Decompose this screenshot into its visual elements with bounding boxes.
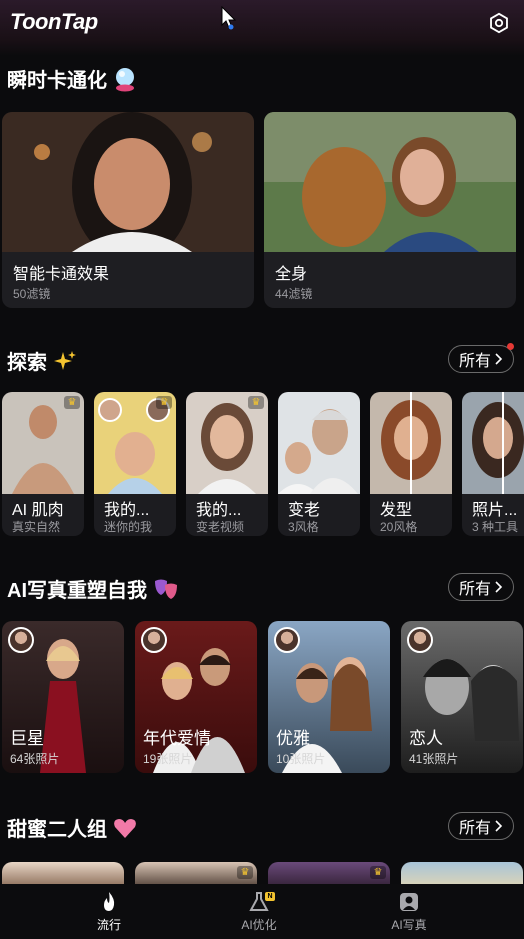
portrait-icon xyxy=(400,893,418,911)
top-bar: ToonTap xyxy=(0,0,524,56)
cartoon-woman-image xyxy=(2,112,254,262)
woman-with-dog-image xyxy=(264,112,516,252)
crown-icon: ♛ xyxy=(237,866,253,879)
crown-icon: ♛ xyxy=(248,396,264,409)
duo-all-button[interactable]: 所有 xyxy=(447,812,514,840)
flame-icon xyxy=(104,892,115,911)
app-logo: ToonTap xyxy=(10,9,98,34)
new-badge: N xyxy=(265,892,275,901)
hairstyle-image xyxy=(370,392,452,494)
photo-tools-image xyxy=(462,392,524,494)
nav-tab-ai-portrait[interactable]: AI写真 xyxy=(379,890,439,933)
nav-tab-trending[interactable]: 流行 xyxy=(79,890,139,933)
mouse-cursor-icon xyxy=(221,6,237,30)
explore-card-muscle[interactable]: ♛ AI 肌肉 真实自然 xyxy=(2,392,84,536)
crown-icon: ♛ xyxy=(64,396,80,409)
section-title-duo: 甜蜜二人组 xyxy=(7,813,137,842)
section-title-instant: 瞬时卡通化 xyxy=(7,64,137,93)
portrait-card-elegant[interactable]: 优雅 10张照片 xyxy=(268,621,390,773)
explore-card-aging[interactable]: 变老 3风格 xyxy=(278,392,360,536)
portrait-all-button[interactable]: 所有 xyxy=(447,573,514,601)
avatar xyxy=(141,627,167,653)
smart-cartoon-card[interactable]: 智能卡通效果 50滤镜 xyxy=(2,112,254,308)
settings-gear-icon[interactable] xyxy=(488,12,510,34)
full-body-card[interactable]: 全身 44滤镜 xyxy=(264,112,516,308)
section-title-explore: 探索 xyxy=(7,346,77,375)
notification-dot xyxy=(507,343,514,350)
section-title-portrait: AI写真重塑自我 xyxy=(7,574,179,603)
portrait-card-retro-love[interactable]: 年代爱情 19张照片 xyxy=(135,621,257,773)
explore-list: ♛ AI 肌肉 真实自然 ♛ 我的... 迷你的我 ♛ 我的... 变老视频 变… xyxy=(2,392,524,536)
sparkles-icon xyxy=(54,350,76,370)
explore-card-hairstyle[interactable]: 发型 20风格 xyxy=(370,392,452,536)
bottom-nav: 流行 N AI优化 AI写真 xyxy=(0,884,524,939)
portrait-list: 巨星 64张照片 年代爱情 19张照片 优雅 10张照片 恋人 41张照片 xyxy=(2,621,523,773)
nav-tab-ai-enhance[interactable]: N AI优化 xyxy=(229,890,289,933)
chevron-right-icon xyxy=(495,581,503,593)
avatar xyxy=(8,627,34,653)
avatar xyxy=(274,627,300,653)
crystal-ball-icon xyxy=(116,67,134,91)
theater-masks-icon xyxy=(155,579,177,599)
portrait-card-lovers[interactable]: 恋人 41张照片 xyxy=(401,621,523,773)
avatar xyxy=(407,627,433,653)
explore-all-button[interactable]: 所有 xyxy=(447,343,514,373)
aging-image xyxy=(278,392,360,494)
crown-icon: ♛ xyxy=(156,396,172,409)
chevron-right-icon xyxy=(495,353,503,365)
heart-icon xyxy=(114,818,136,838)
portrait-card-superstar[interactable]: 巨星 64张照片 xyxy=(2,621,124,773)
explore-card-photo-tools[interactable]: 照片... 3 种工具 xyxy=(462,392,524,536)
explore-card-aging-video[interactable]: ♛ 我的... 变老视频 xyxy=(186,392,268,536)
crown-icon: ♛ xyxy=(370,866,386,879)
chevron-right-icon xyxy=(495,820,503,832)
explore-card-mini-me[interactable]: ♛ 我的... 迷你的我 xyxy=(94,392,176,536)
